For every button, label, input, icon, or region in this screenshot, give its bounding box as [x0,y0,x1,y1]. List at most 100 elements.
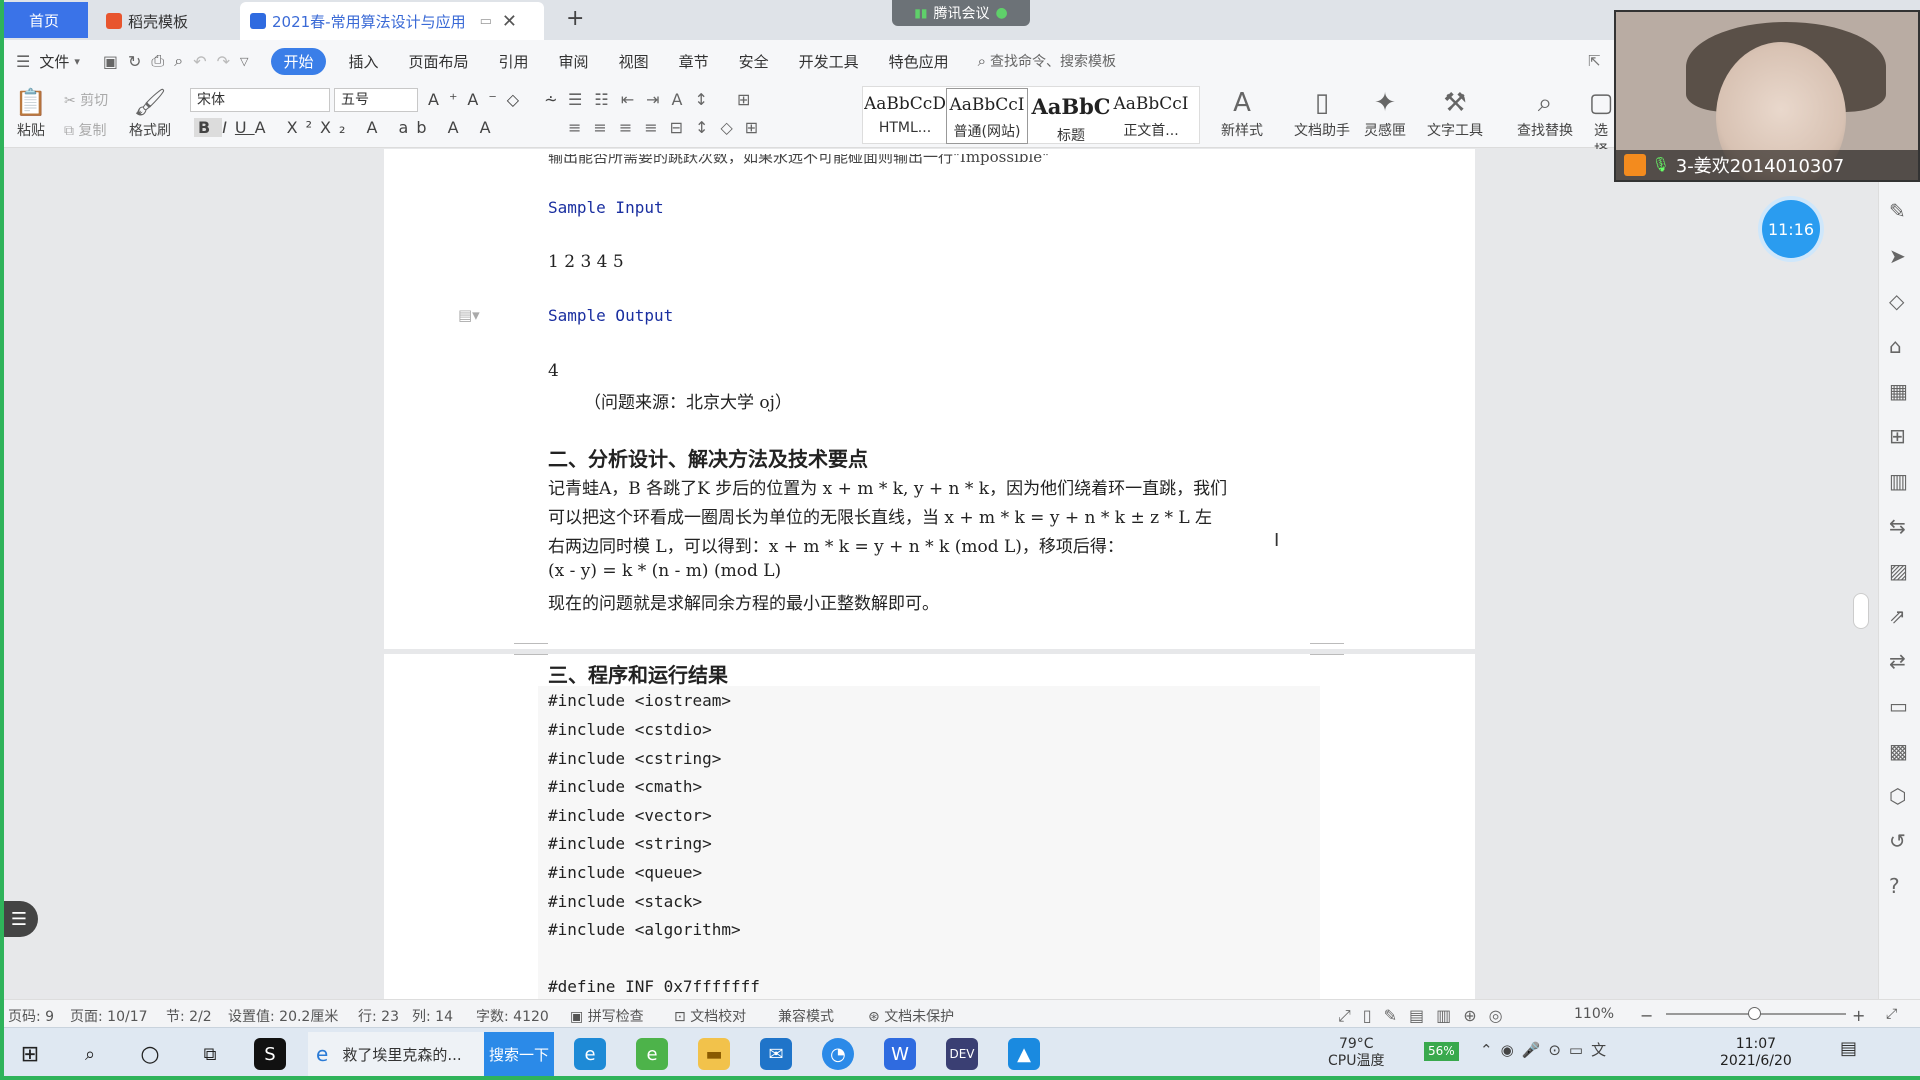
inspiration-button[interactable]: ✦ 灵感匣 [1360,86,1410,140]
undo-icon[interactable]: ↶ [193,52,206,71]
protection-status[interactable]: ⊛ 文档未保护 [868,1006,954,1026]
view-mode-icons[interactable]: ⤢▯✎▤▥⊕◎ [1338,1006,1515,1026]
style-heading[interactable]: AaBbC 标题 [1030,88,1112,144]
cpu-temperature[interactable]: 79°C CPU温度 [1328,1036,1384,1070]
status-line[interactable]: 行: 23 [358,1006,399,1026]
doc-proof-button[interactable]: ⊡ 文档校对 [674,1006,746,1026]
share-out-icon[interactable]: ⇗ [1889,604,1906,628]
font-size-select[interactable]: 五号 [334,88,418,112]
zoom-out-icon[interactable]: − [1640,1006,1653,1025]
font-size-tools[interactable]: A⁺A⁻◇ ⩪ [428,90,568,109]
archive-icon[interactable]: ▭ [1889,694,1908,718]
menu-references[interactable]: 引用 [499,51,529,72]
cut-button[interactable]: ✂ 剪切 [64,90,108,110]
text-tools-button[interactable]: ⚒ 文字工具 [1420,86,1490,140]
mail-icon[interactable]: ✉ [760,1038,792,1070]
image-gallery-icon[interactable]: ▨ [1889,559,1908,583]
style-body-first[interactable]: AaBbCcI 正文首... [1110,88,1192,144]
search-icon[interactable]: ⌕ [74,1038,106,1070]
tab-document[interactable]: 2021春-常用算法设计与应用 ▭ ✕ [240,2,544,40]
translate-icon[interactable]: ⇄ [1889,649,1906,673]
copy-button[interactable]: ⧉ 复制 [64,120,106,140]
fullscreen-icon[interactable]: ⤢ [1886,1006,1897,1022]
menu-home[interactable]: 开始 [271,47,326,75]
underline-icon[interactable]: U [235,118,255,137]
status-setting[interactable]: 设置值: 20.2厘米 [228,1006,338,1026]
wps-writer-icon[interactable]: W [884,1038,916,1070]
cloud-icon[interactable]: ⬡ [1889,784,1906,808]
battery-indicator[interactable]: 56% [1424,1042,1459,1061]
tab-template[interactable]: 稻壳模板 [96,2,236,40]
video-panel[interactable]: 🎙 3-姜欢2014010307 [1614,10,1920,182]
find-replace-button[interactable]: ⌕ 查找替换 [1510,86,1580,140]
status-page[interactable]: 页面: 10/17 [70,1006,148,1026]
hamburger-icon[interactable]: ☰ [16,52,30,71]
table-icon[interactable]: ▦ [1889,379,1908,403]
format-painter-button[interactable]: 🖌 格式刷 [126,86,174,140]
picture-icon[interactable]: ▩ [1889,739,1908,763]
fill-icon[interactable]: ⌂ [1889,334,1902,358]
task-view-icon[interactable]: ⧉ [194,1038,226,1070]
print-preview-icon[interactable]: ⌕ [174,51,183,71]
clock-app-icon[interactable]: ◔ [822,1038,854,1070]
pen-icon[interactable]: ✎ [1889,199,1906,223]
menu-developer[interactable]: 开发工具 [799,51,859,72]
zoom-level[interactable]: 110% [1574,1006,1614,1022]
cortana-icon[interactable]: ○ [134,1038,166,1070]
pointer-icon[interactable]: ➤ [1889,244,1906,268]
bold-icon[interactable]: B [194,118,223,137]
tab-home[interactable]: 首页 [0,2,88,38]
vertical-scrollbar-thumb[interactable] [1853,593,1869,629]
menu-chapter[interactable]: 章节 [679,51,709,72]
chart-icon[interactable]: ▥ [1889,469,1908,493]
status-page-code[interactable]: 页码: 9 [8,1006,54,1026]
paragraph-tools-top[interactable]: ☰☷⇤⇥A↕ ⊞ [568,90,762,109]
status-column[interactable]: 列: 14 [412,1006,453,1026]
more-chevron-icon[interactable]: ▽ [240,55,248,68]
zoom-in-icon[interactable]: + [1852,1006,1865,1025]
menu-layout[interactable]: 页面布局 [409,51,469,72]
help-icon[interactable]: ? [1889,874,1900,898]
doc-assistant-button[interactable]: ▯ 文档助手 [1290,86,1354,140]
command-search[interactable]: 查找命令、搜索模板 [990,51,1116,71]
print-icon[interactable]: ⎙ [151,51,164,71]
font-format-tools[interactable]: B IUA X²X₂ A ab A A [194,118,499,137]
meeting-timer[interactable]: 11:16 [1762,200,1820,258]
menu-insert[interactable]: 插入 [349,51,379,72]
status-section[interactable]: 节: 2/2 [166,1006,212,1026]
browser-360-icon[interactable]: e [636,1038,668,1070]
edge-icon[interactable]: e [574,1038,606,1070]
notification-icon[interactable]: ▤ [1840,1040,1857,1058]
chevron-down-icon[interactable]: ▾ [74,55,80,68]
outline-toggle-icon[interactable]: ☰ [0,901,38,937]
menu-features[interactable]: 特色应用 [889,51,949,72]
paragraph-marker-icon[interactable]: ▤▾ [458,306,480,324]
dev-cpp-icon[interactable]: DEV [946,1038,978,1070]
style-normal-web[interactable]: AaBbCcI 普通(网站) [946,88,1028,144]
italic-icon[interactable]: I [222,118,235,137]
new-style-button[interactable]: A 新样式 [1210,86,1274,140]
history-icon[interactable]: ↺ [1889,829,1906,853]
menu-view[interactable]: 视图 [619,51,649,72]
font-name-select[interactable]: 宋体 [190,88,330,112]
menu-review[interactable]: 审阅 [559,51,589,72]
save-icon[interactable]: ▣ [103,52,118,71]
tray-icons[interactable]: ⌃◉🎤⊙▭文 [1480,1042,1614,1059]
meeting-app-icon[interactable]: ▲ [1008,1038,1040,1070]
folder-icon[interactable]: ▬ [698,1038,730,1070]
redo-icon[interactable]: ↷ [217,52,230,71]
menu-file[interactable]: 文件 [39,51,69,72]
style-html[interactable]: AaBbCcDc HTML... [864,88,946,144]
zoom-slider-thumb[interactable] [1748,1007,1761,1020]
search-button[interactable]: 搜索一下 [484,1032,554,1076]
clock[interactable]: 11:07 2021/6/20 [1720,1036,1792,1070]
meeting-indicator[interactable]: ▮▮ 腾讯会议 ● [892,0,1030,26]
spell-check-button[interactable]: ▣ 拼写检查 [570,1006,644,1026]
shapes-icon[interactable]: ◇ [1889,289,1904,313]
status-word-count[interactable]: 字数: 4120 [476,1006,549,1026]
menu-security[interactable]: 安全 [739,51,769,72]
format-icon[interactable]: ⇆ [1889,514,1906,538]
windows-start-icon[interactable]: ⊞ [14,1038,46,1070]
paragraph-align-tools[interactable]: ≡≡≡≡⊟↕◇⊞ [568,118,770,137]
new-tab-button[interactable]: + [566,6,584,31]
